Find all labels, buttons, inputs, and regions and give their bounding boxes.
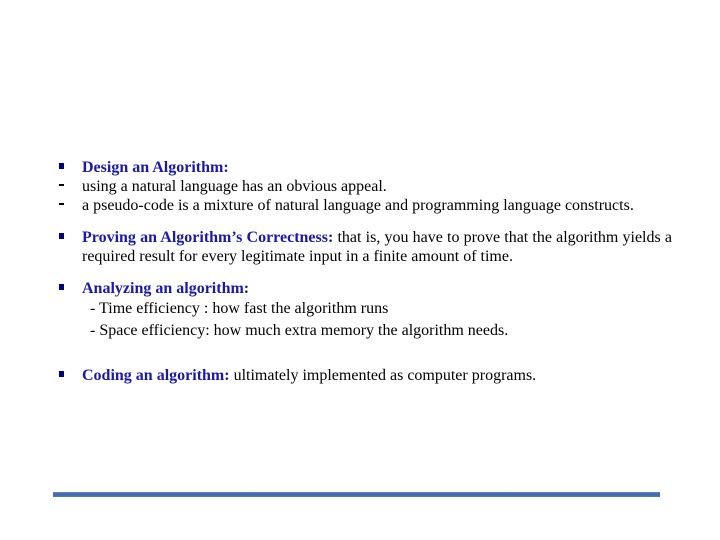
square-bullet-icon	[58, 366, 82, 385]
slide: Design an Algorithm: using a natural lan…	[0, 0, 720, 540]
space-efficiency-text: - Space efficiency: how much extra memor…	[90, 322, 509, 339]
dash-icon	[58, 196, 82, 215]
sub-item: using a natural language has an obvious …	[58, 177, 672, 196]
bullet-design: Design an Algorithm:	[58, 158, 672, 177]
design-heading: Design an Algorithm:	[82, 159, 229, 176]
dash-icon	[58, 177, 82, 196]
sub-item: a pseudo-code is a mixture of natural la…	[58, 196, 672, 215]
coding-heading: Coding an algorithm:	[82, 367, 230, 384]
correctness-heading: Proving an Algorithm’s Correctness:	[82, 229, 334, 246]
correctness-paragraph: Proving an Algorithm’s Correctness: that…	[82, 228, 672, 266]
square-bullet-icon	[58, 279, 82, 298]
square-bullet-icon	[58, 228, 82, 247]
square-bullet-icon	[58, 158, 82, 177]
sub-item-text: using a natural language has an obvious …	[82, 178, 387, 195]
coding-text: ultimately implemented as computer progr…	[229, 367, 537, 384]
sub-item: - Time efficiency : how fast the algorit…	[58, 298, 672, 320]
slide-body: Design an Algorithm: using a natural lan…	[58, 158, 672, 385]
bullet-analyzing: Analyzing an algorithm:	[58, 279, 672, 298]
footer-divider	[53, 492, 660, 497]
sub-item: - Space efficiency: how much extra memor…	[58, 320, 672, 342]
analyzing-heading: Analyzing an algorithm:	[82, 280, 250, 297]
bullet-coding: Coding an algorithm: ultimately implemen…	[58, 366, 672, 385]
time-efficiency-text: - Time efficiency : how fast the algorit…	[90, 300, 389, 317]
bullet-correctness: Proving an Algorithm’s Correctness: that…	[58, 228, 672, 266]
sub-item-text: a pseudo-code is a mixture of natural la…	[82, 197, 634, 214]
